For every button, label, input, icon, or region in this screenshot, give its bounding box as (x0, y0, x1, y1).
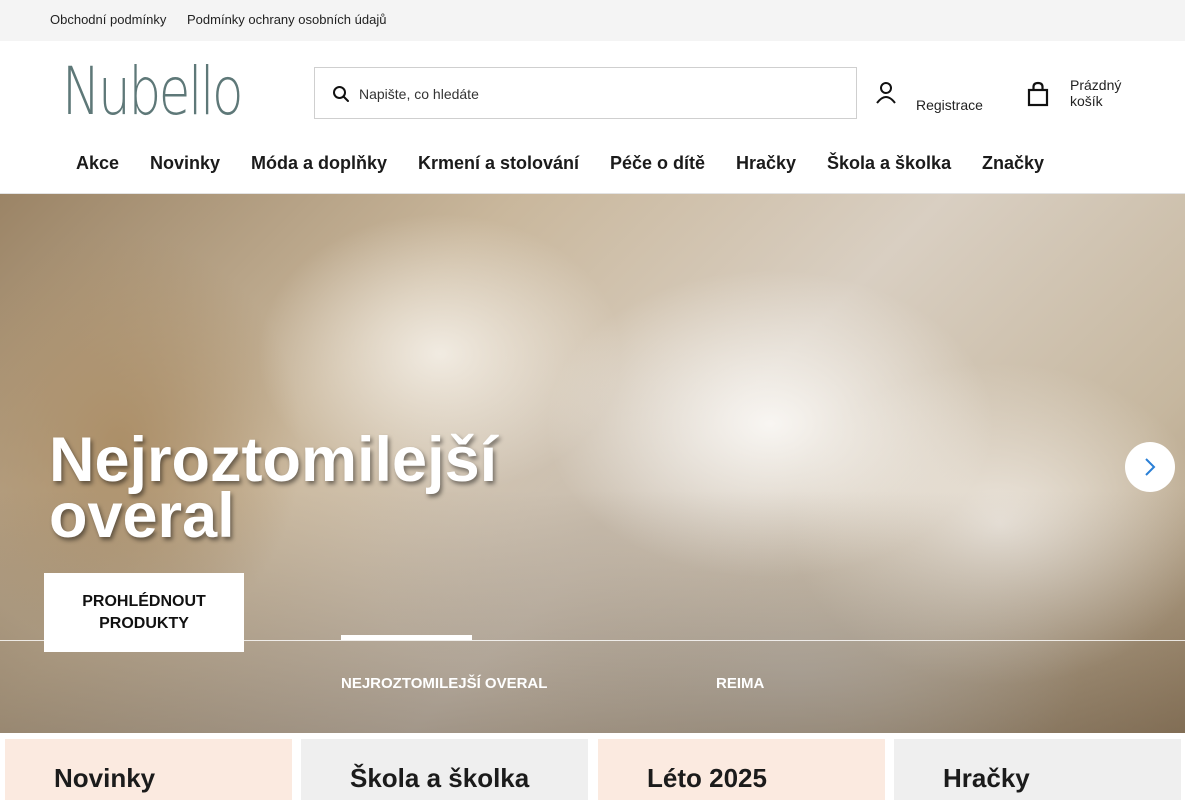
hero-banner[interactable]: Nejroztomilejší overal PROHLÉDNOUT PRODU… (0, 194, 1185, 733)
nav-item-pece[interactable]: Péče o dítě (610, 153, 705, 174)
slide-tab-reima[interactable]: REIMA (716, 675, 764, 692)
nav-item-skola[interactable]: Škola a školka (827, 153, 951, 174)
category-tiles: Novinky Škola a školka Léto 2025 Hračky (0, 739, 1185, 800)
search-icon[interactable] (332, 85, 350, 103)
registration-link[interactable]: Registrace (916, 97, 983, 113)
user-icon[interactable] (874, 81, 898, 107)
cart-status[interactable]: Prázdný košík (1070, 77, 1140, 109)
next-slide-button[interactable] (1125, 442, 1175, 492)
slide-tab-overal[interactable]: NEJROZTOMILEJŠÍ OVERAL (341, 675, 547, 692)
category-label: Léto 2025 (647, 763, 767, 793)
category-tile-skola[interactable]: Škola a školka (301, 739, 588, 800)
nav-item-novinky[interactable]: Novinky (150, 153, 220, 174)
search-input[interactable] (359, 81, 839, 107)
category-tile-novinky[interactable]: Novinky (5, 739, 292, 800)
nav-item-znacky[interactable]: Značky (982, 153, 1044, 174)
shopping-bag-icon[interactable] (1027, 81, 1049, 107)
main-nav: Akce Novinky Móda a doplňky Krmení a sto… (0, 153, 1185, 179)
privacy-link[interactable]: Podmínky ochrany osobních údajů (187, 12, 386, 27)
top-bar: Obchodní podmínky Podmínky ochrany osobn… (0, 0, 1185, 41)
category-tile-hracky[interactable]: Hračky (894, 739, 1181, 800)
nav-item-akce[interactable]: Akce (76, 153, 119, 174)
nav-item-moda[interactable]: Móda a doplňky (251, 153, 387, 174)
slide-divider (0, 640, 1185, 641)
category-label: Škola a školka (350, 763, 530, 793)
search-box[interactable] (314, 67, 857, 119)
category-label: Hračky (943, 763, 1030, 793)
hero-title: Nejroztomilejší overal (49, 425, 498, 551)
category-tile-leto[interactable]: Léto 2025 (598, 739, 885, 800)
site-header: Nubello Registrace Prázdný košík Akce No… (0, 41, 1185, 194)
chevron-right-icon (1145, 458, 1156, 476)
category-label: Novinky (54, 763, 156, 793)
terms-link[interactable]: Obchodní podmínky (50, 12, 166, 27)
nav-item-hracky[interactable]: Hračky (736, 153, 796, 174)
nav-item-krmeni[interactable]: Krmení a stolování (418, 153, 579, 174)
logo[interactable]: Nubello (62, 59, 244, 125)
active-slide-indicator (341, 635, 472, 640)
